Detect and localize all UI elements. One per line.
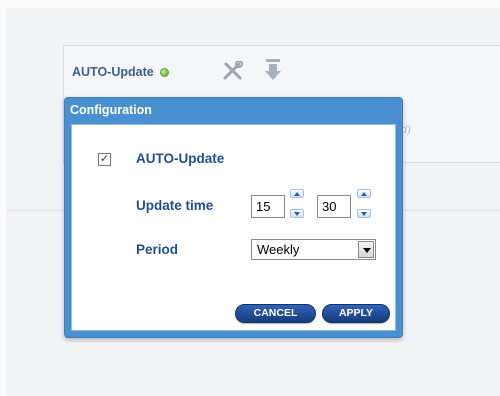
minute-increment-button[interactable]	[357, 189, 371, 198]
download-icon[interactable]	[264, 58, 282, 82]
autoupdate-panel-header: AUTO-Update	[72, 65, 169, 79]
minute-input[interactable]: 30	[317, 195, 351, 218]
hour-increment-button[interactable]	[290, 189, 304, 198]
chevron-down-icon[interactable]	[358, 241, 374, 258]
update-time-label: Update time	[136, 198, 214, 213]
apply-button[interactable]: APPLY	[322, 304, 390, 323]
autoupdate-label: AUTO-Update	[136, 151, 225, 166]
tools-icon[interactable]	[222, 61, 244, 81]
panel-title: AUTO-Update	[72, 65, 154, 79]
minute-decrement-button[interactable]	[357, 209, 371, 218]
hour-input[interactable]: 15	[251, 195, 285, 218]
period-select[interactable]: Weekly	[251, 239, 376, 260]
period-label: Period	[136, 242, 179, 257]
autoupdate-checkbox[interactable]: ✓	[98, 153, 111, 166]
cancel-button[interactable]: CANCEL	[235, 304, 316, 323]
dialog-title: Configuration	[70, 103, 152, 117]
configuration-dialog: Configuration ✓ AUTO-Update Update time …	[64, 97, 403, 338]
period-selected-value: Weekly	[257, 242, 300, 257]
hour-decrement-button[interactable]	[290, 209, 304, 218]
status-indicator-icon	[159, 67, 169, 77]
dialog-body: ✓ AUTO-Update Update time 15 30 Period W…	[71, 124, 396, 331]
